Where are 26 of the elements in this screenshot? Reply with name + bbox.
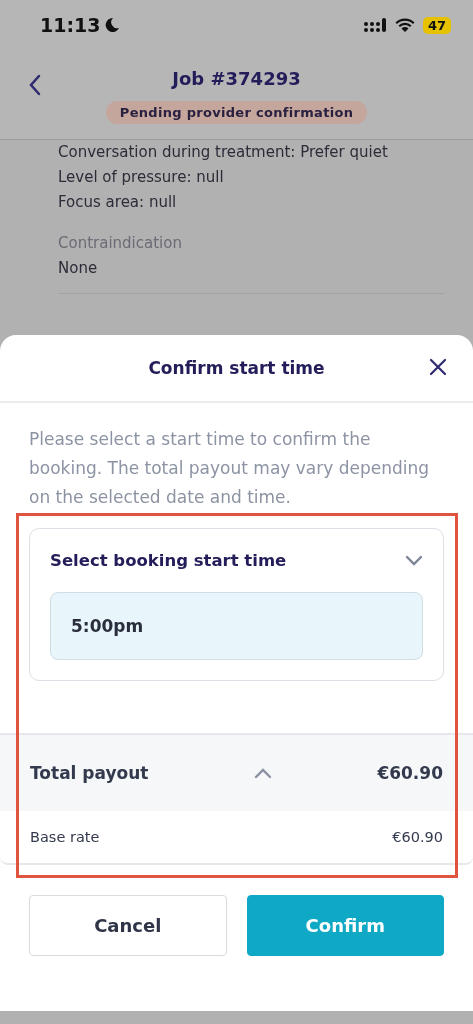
detail-line: Focus area: null (58, 192, 178, 213)
payout-amount: €60.90 (377, 763, 443, 783)
section-value: None (58, 258, 99, 279)
page-title: Job #374293 (172, 68, 301, 89)
picker-label: Select booking start time (50, 551, 287, 570)
time-option[interactable]: 5:00pm (50, 592, 423, 660)
section-label: Contraindication (58, 233, 183, 254)
chevron-icon[interactable] (405, 555, 423, 566)
battery-level: 47 (422, 16, 451, 34)
sheet-title: Confirm start time (148, 358, 325, 378)
close-icon[interactable] (429, 358, 447, 376)
detail-line: Conversation during treatment: Prefer quiet (58, 142, 389, 163)
signal-icon (362, 17, 387, 33)
detail-line: Level of pressure: null (58, 167, 225, 188)
chevron-icon[interactable] (253, 767, 272, 779)
status-badge: Pending provider confirmation (105, 101, 368, 124)
instructions-text: Please select a start time to confirm the booking. The total payout may vary depending on the selected date and time. (29, 428, 431, 509)
wifi-icon (394, 17, 415, 33)
back-icon[interactable] (28, 74, 42, 96)
clock-time: 11:13 (40, 14, 101, 36)
line-item-amount: €60.90 (392, 829, 443, 845)
moon-icon (104, 17, 121, 33)
cancel-button[interactable]: Cancel (29, 895, 227, 956)
payout-label: Total payout (30, 763, 149, 783)
line-item-label: Base rate (30, 829, 100, 845)
payout-header[interactable]: Total payout €60.90 (0, 735, 473, 811)
